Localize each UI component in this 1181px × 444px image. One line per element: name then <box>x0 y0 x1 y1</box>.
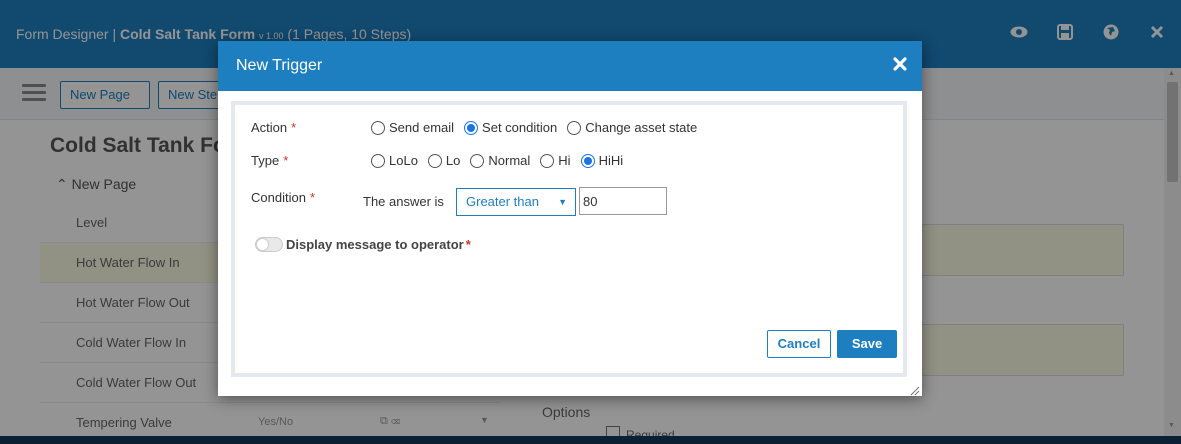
dialog-header: New Trigger <box>218 41 922 91</box>
display-message-label: Display message to operator * <box>286 237 471 252</box>
radio-button[interactable] <box>470 153 485 168</box>
dialog-body: Action * Send email Set condition Change … <box>231 101 907 377</box>
condition-prefix: The answer is <box>363 194 444 209</box>
action-radio-group: Send email Set condition Change asset st… <box>371 120 707 135</box>
action-label: Action * <box>251 120 297 135</box>
radio-button[interactable] <box>580 153 595 168</box>
type-option-hi[interactable]: Hi <box>540 153 571 168</box>
type-option-lolo[interactable]: LoLo <box>371 153 418 168</box>
save-button[interactable]: Save <box>837 330 897 358</box>
type-radio-group: LoLo Lo Normal Hi HiHi <box>371 153 633 168</box>
action-option-change-asset-state[interactable]: Change asset state <box>567 120 697 135</box>
type-option-lo[interactable]: Lo <box>427 153 460 168</box>
action-option-set-condition[interactable]: Set condition <box>464 120 557 135</box>
display-message-toggle[interactable] <box>255 237 283 252</box>
operator-value: Greater than <box>466 194 539 209</box>
radio-button[interactable] <box>371 120 385 135</box>
threshold-input[interactable] <box>579 187 667 215</box>
radio-button[interactable] <box>540 153 555 168</box>
radio-button[interactable] <box>371 153 385 168</box>
new-trigger-dialog: New Trigger Action * Send email Set condi… <box>218 41 922 396</box>
dialog-title: New Trigger <box>236 57 323 74</box>
radio-button[interactable] <box>427 153 442 168</box>
radio-button[interactable] <box>567 120 582 135</box>
action-option-send-email[interactable]: Send email <box>371 120 454 135</box>
type-option-normal[interactable]: Normal <box>470 153 530 168</box>
resize-handle-icon[interactable] <box>910 384 920 396</box>
condition-label: Condition * <box>251 190 315 205</box>
operator-select[interactable]: Greater than ▼ <box>456 188 576 216</box>
type-option-hihi[interactable]: HiHi <box>580 153 623 168</box>
chevron-down-icon: ▼ <box>558 197 567 207</box>
close-icon[interactable] <box>890 54 910 74</box>
type-label: Type * <box>251 153 289 168</box>
radio-button[interactable] <box>464 120 479 135</box>
cancel-button[interactable]: Cancel <box>767 330 831 358</box>
